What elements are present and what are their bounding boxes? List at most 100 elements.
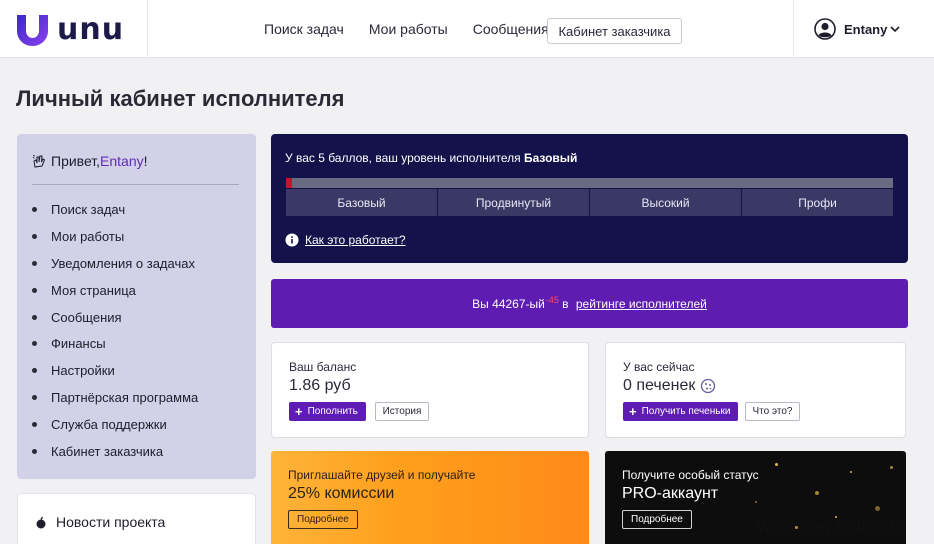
rating-link[interactable]: рейтинге исполнителей — [576, 297, 707, 311]
what-is-it-button[interactable]: Что это? — [745, 402, 800, 421]
sidebar-item-label: Партнёрская программа — [51, 390, 199, 406]
level-advanced: Продвинутый — [438, 189, 590, 216]
level-card: У вас 5 баллов, ваш уровень исполнителя … — [271, 134, 908, 263]
rating-in: в — [558, 296, 572, 311]
user-avatar-icon — [814, 18, 836, 40]
bullet-icon — [32, 341, 37, 347]
logo-text: unu — [57, 12, 125, 47]
rating-banner: Вы 44267-ый -45 в рейтинге исполнителей — [271, 279, 908, 328]
info-icon — [285, 233, 299, 247]
sidebar-item-task-notifications[interactable]: Уведомления о задачах — [32, 250, 198, 277]
nav-messages[interactable]: Сообщения — [473, 21, 549, 37]
sidebar-item-search-tasks[interactable]: Поиск задач — [32, 196, 198, 223]
rating-delta: -45 — [545, 294, 559, 305]
plus-icon: + — [295, 404, 303, 419]
referral-promo-card: Приглашайте друзей и получайте 25% комис… — [271, 451, 589, 544]
greeting-user-name[interactable]: Entany — [100, 153, 144, 169]
sidebar-item-my-works[interactable]: Мои работы — [32, 223, 198, 250]
sidebar-item-label: Моя страница — [51, 282, 136, 298]
sidebar-item-label: Мои работы — [51, 228, 125, 244]
cookies-value-row: 0 печенек — [623, 377, 716, 395]
level-pro: Профи — [742, 189, 893, 216]
balance-value: 1.86 руб — [289, 377, 351, 394]
sidebar-item-settings[interactable]: Настройки — [32, 357, 198, 384]
sparkle-decoration — [755, 501, 757, 503]
watermark: Webmoney-Rabota.ru — [757, 518, 904, 535]
get-cookies-button[interactable]: + Получить печеньки — [623, 402, 739, 421]
bullet-icon — [32, 233, 37, 239]
sidebar-item-finance[interactable]: Финансы — [32, 330, 198, 357]
how-it-works: Как это работает? — [285, 233, 406, 247]
chevron-down-icon — [890, 26, 900, 33]
sidebar-item-label: Служба поддержки — [51, 417, 167, 433]
sidebar-item-label: Поиск задач — [51, 201, 126, 217]
sidebar-item-my-page[interactable]: Моя страница — [32, 277, 198, 304]
greeting-end: ! — [143, 153, 148, 169]
customer-cabinet-button[interactable]: Кабинет заказчика — [547, 18, 682, 44]
referral-promo-text: Приглашайте друзей и получайте — [288, 468, 476, 482]
level-high: Высокий — [590, 189, 742, 216]
sidebar-item-label: Настройки — [51, 363, 115, 379]
pro-more-button[interactable]: Подробнее — [622, 510, 692, 529]
bullet-icon — [32, 206, 37, 212]
cookies-value: 0 печенек — [623, 377, 696, 394]
balance-label: Ваш баланс — [289, 360, 357, 374]
level-progress-fill — [286, 178, 293, 188]
bullet-icon — [32, 368, 37, 374]
user-name: Entany — [844, 21, 888, 37]
project-news-label: Новости проекта — [56, 514, 166, 530]
level-progress-bar — [286, 178, 893, 188]
sparkle-decoration — [775, 463, 778, 466]
sidebar-item-customer-cabinet[interactable]: Кабинет заказчика — [32, 438, 198, 465]
sparkle-decoration — [875, 506, 880, 511]
cookie-icon — [701, 378, 716, 394]
rating-position: Вы 44267-ый — [472, 296, 545, 311]
nav-search-tasks[interactable]: Поиск задач — [264, 21, 344, 37]
topup-label: Пополнить — [307, 406, 358, 417]
bullet-icon — [32, 395, 37, 401]
sidebar-item-partner-program[interactable]: Партнёрская программа — [32, 384, 198, 411]
waving-hand-icon — [32, 155, 46, 168]
level-name: Базовый — [523, 151, 578, 165]
nav-my-works[interactable]: Мои работы — [369, 21, 448, 37]
balance-card: Ваш баланс 1.86 руб + Пополнить История — [271, 342, 589, 438]
user-menu[interactable]: Entany — [793, 0, 934, 58]
referral-promo-headline: 25% комиссии — [288, 485, 395, 502]
bullet-icon — [32, 260, 37, 266]
bullet-icon — [32, 314, 37, 320]
sidebar: Привет, Entany ! Поиск задач Мои работы … — [17, 134, 256, 479]
greeting: Привет, Entany ! — [32, 153, 148, 169]
level-scale: Базовый Продвинутый Высокий Профи — [286, 189, 893, 216]
sidebar-item-messages[interactable]: Сообщения — [32, 304, 198, 331]
sidebar-menu: Поиск задач Мои работы Уведомления о зад… — [32, 196, 198, 465]
sidebar-divider — [32, 184, 239, 185]
referral-more-button[interactable]: Подробнее — [288, 510, 358, 529]
project-news-inner: Новости проекта — [35, 514, 165, 530]
level-basic: Базовый — [286, 189, 438, 216]
sidebar-item-label: Уведомления о задачах — [51, 255, 195, 271]
sparkle-decoration — [850, 471, 852, 473]
level-text: У вас 5 баллов, ваш уровень исполнителя … — [285, 151, 577, 165]
plus-icon: + — [629, 404, 637, 419]
cookies-card: У вас сейчас 0 печенек + Получить печеньк… — [605, 342, 906, 438]
project-news[interactable]: Новости проекта — [17, 493, 256, 544]
main-nav: Поиск задач Мои работы Сообщения — [264, 0, 574, 58]
topup-button[interactable]: + Пополнить — [289, 402, 366, 421]
logo[interactable]: unu — [0, 0, 148, 58]
bullet-icon — [32, 422, 37, 428]
pro-promo-text: Получите особый статус — [622, 468, 759, 482]
sidebar-item-support[interactable]: Служба поддержки — [32, 411, 198, 438]
sidebar-item-label: Сообщения — [51, 309, 122, 325]
history-button[interactable]: История — [375, 402, 429, 421]
get-cookies-label: Получить печеньки — [641, 406, 731, 417]
sidebar-item-label: Финансы — [51, 336, 106, 352]
sparkle-decoration — [815, 491, 819, 495]
greeting-text: Привет, — [51, 153, 101, 169]
bullet-icon — [32, 287, 37, 293]
level-text-prefix: У вас 5 баллов, ваш уровень исполнителя — [285, 151, 524, 165]
page-title: Личный кабинет исполнителя — [16, 86, 345, 111]
sidebar-item-label: Кабинет заказчика — [51, 443, 164, 459]
bomb-icon — [36, 516, 46, 528]
pro-promo-headline: PRO-аккаунт — [622, 485, 719, 502]
how-it-works-link[interactable]: Как это работает? — [305, 233, 406, 247]
